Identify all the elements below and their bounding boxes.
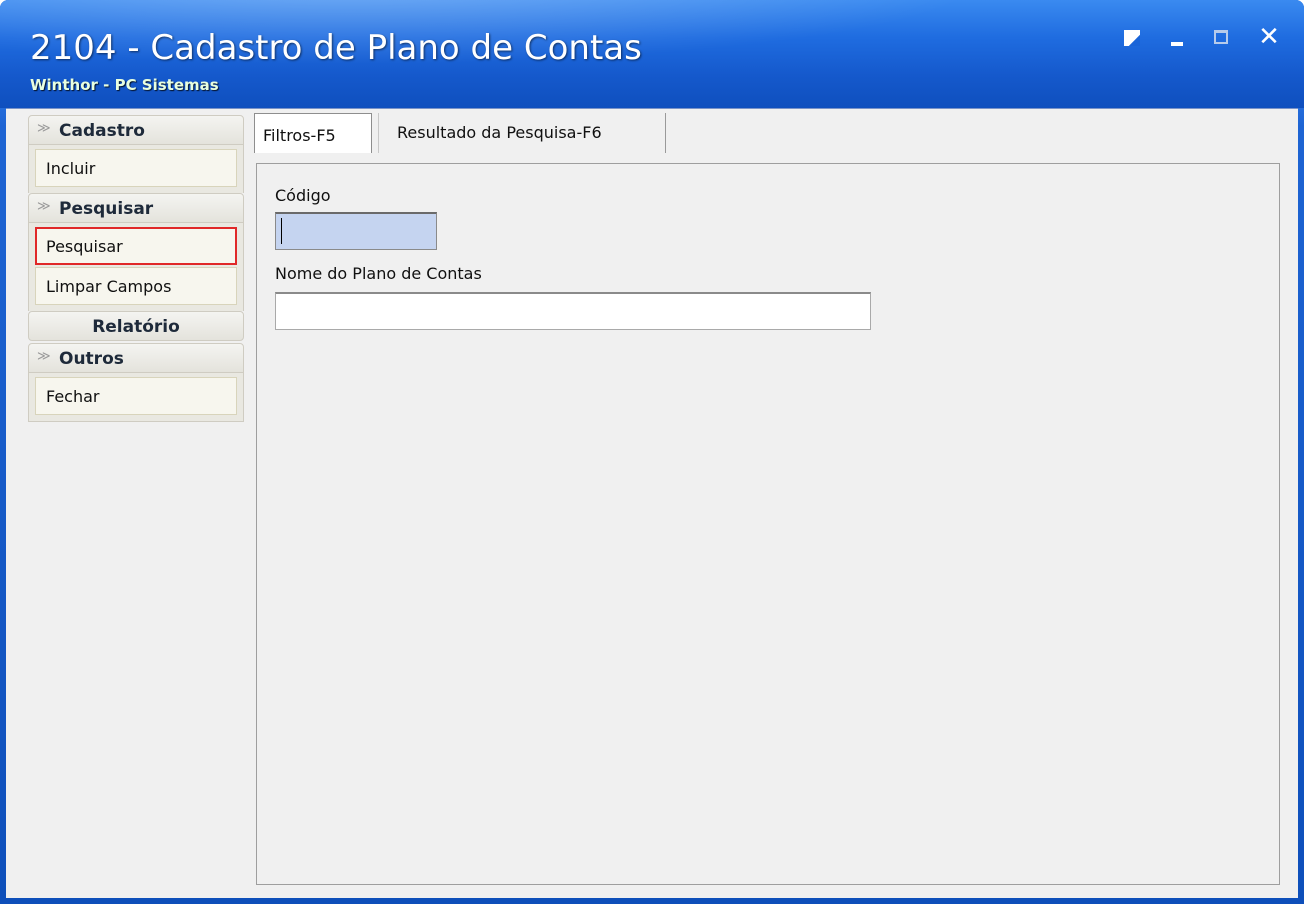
filters-panel: Código Nome do Plano de Contas (256, 163, 1280, 885)
chevron-down-icon: ≫ (37, 121, 51, 136)
sidebar-item-limpar-campos[interactable]: Limpar Campos (35, 267, 237, 305)
sidebar-item-label: Fechar (46, 387, 100, 406)
close-icon: ✕ (1258, 22, 1280, 52)
window-title: 2104 - Cadastro de Plano de Contas (30, 28, 642, 68)
account-name-input[interactable] (275, 292, 871, 330)
sidebar-group-title: Pesquisar (59, 199, 154, 219)
sidebar-item-pesquisar[interactable]: Pesquisar (35, 227, 237, 265)
account-name-label: Nome do Plano de Contas (275, 264, 482, 283)
sidebar-group-relatorio[interactable]: Relatório (28, 311, 244, 341)
code-input[interactable] (275, 212, 437, 250)
maximize-icon (1214, 30, 1228, 44)
sidebar-group-body-cadastro: Incluir (28, 145, 244, 193)
sidebar-item-label: Limpar Campos (46, 277, 172, 296)
sidebar-item-label: Incluir (46, 159, 96, 178)
sidebar-group-title: Relatório (92, 317, 180, 337)
chevron-down-icon: ≫ (37, 199, 51, 214)
sidebar-group-title: Cadastro (59, 121, 145, 141)
title-bar[interactable]: 2104 - Cadastro de Plano de Contas Winth… (0, 0, 1304, 108)
sidebar-item-fechar[interactable]: Fechar (35, 377, 237, 415)
maximize-button[interactable] (1212, 24, 1234, 50)
minimize-button[interactable] (1168, 24, 1190, 50)
sidebar-group-body-outros: Fechar (28, 373, 244, 422)
app-window: 2104 - Cadastro de Plano de Contas Winth… (0, 0, 1304, 904)
sidebar-group-title: Outros (59, 349, 124, 369)
tab-filtros[interactable]: Filtros-F5 (254, 113, 372, 153)
help-icon[interactable] (1122, 24, 1144, 50)
tab-label: Filtros-F5 (263, 126, 336, 145)
sidebar-group-cadastro[interactable]: ≫ Cadastro (28, 115, 244, 145)
tab-resultado[interactable]: Resultado da Pesquisa-F6 (378, 113, 666, 153)
code-label: Código (275, 186, 331, 205)
sidebar-group-pesquisar[interactable]: ≫ Pesquisar (28, 193, 244, 223)
close-button[interactable]: ✕ (1256, 24, 1282, 50)
sidebar-item-label: Pesquisar (46, 237, 123, 256)
sidebar: ≫ Cadastro Incluir ≫ Pesquisar Pesquisar… (28, 115, 244, 422)
text-caret (281, 218, 282, 244)
sidebar-item-incluir[interactable]: Incluir (35, 149, 237, 187)
minimize-icon (1171, 42, 1183, 46)
tab-label: Resultado da Pesquisa-F6 (397, 123, 602, 142)
client-area: ≫ Cadastro Incluir ≫ Pesquisar Pesquisar… (6, 108, 1298, 898)
window-subtitle: Winthor - PC Sistemas (30, 76, 219, 94)
chevron-down-icon: ≫ (37, 349, 51, 364)
sidebar-group-body-pesquisar: Pesquisar Limpar Campos (28, 223, 244, 311)
sidebar-group-outros[interactable]: ≫ Outros (28, 343, 244, 373)
